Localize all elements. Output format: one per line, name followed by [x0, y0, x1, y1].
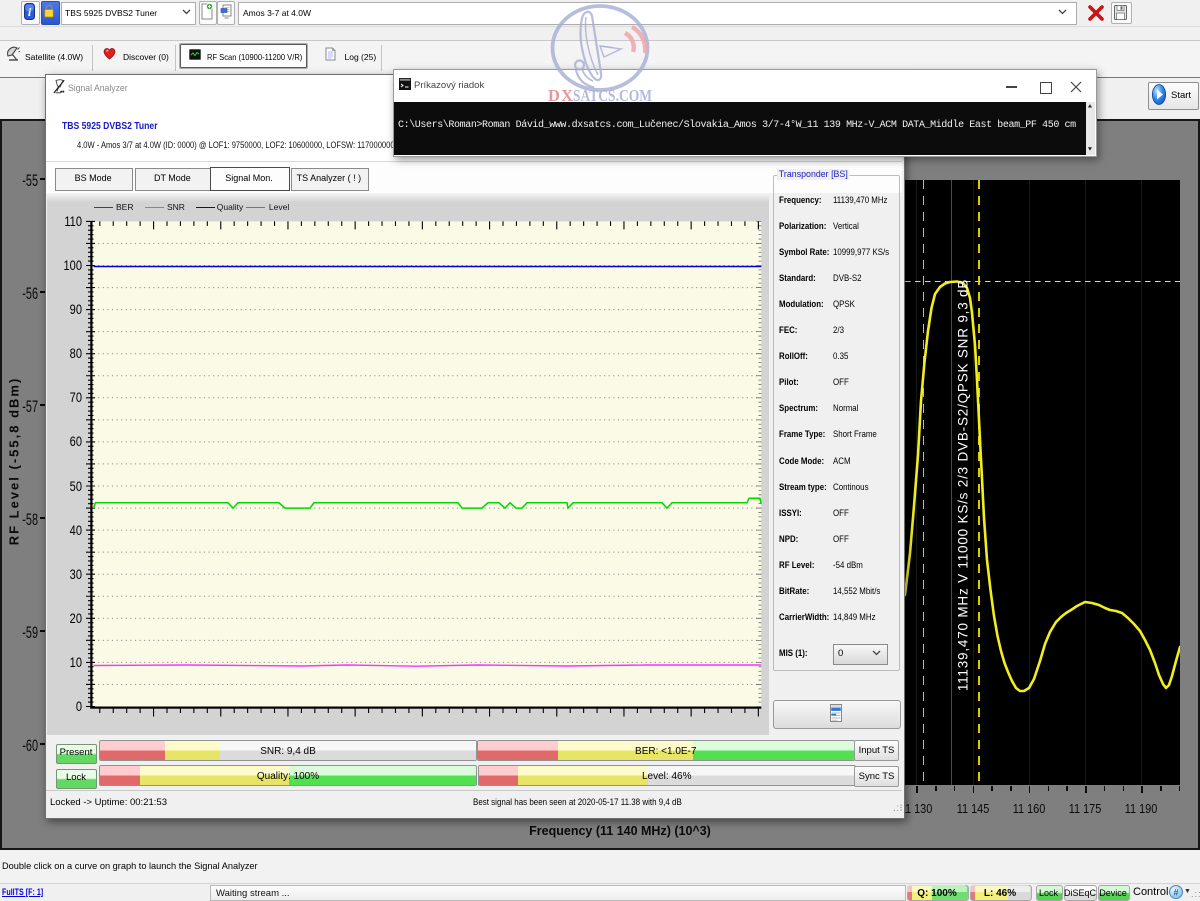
svg-text:DX: DX	[548, 86, 573, 105]
svg-text:#: #	[1173, 888, 1178, 898]
svg-text:SATCS.COM: SATCS.COM	[573, 86, 652, 105]
